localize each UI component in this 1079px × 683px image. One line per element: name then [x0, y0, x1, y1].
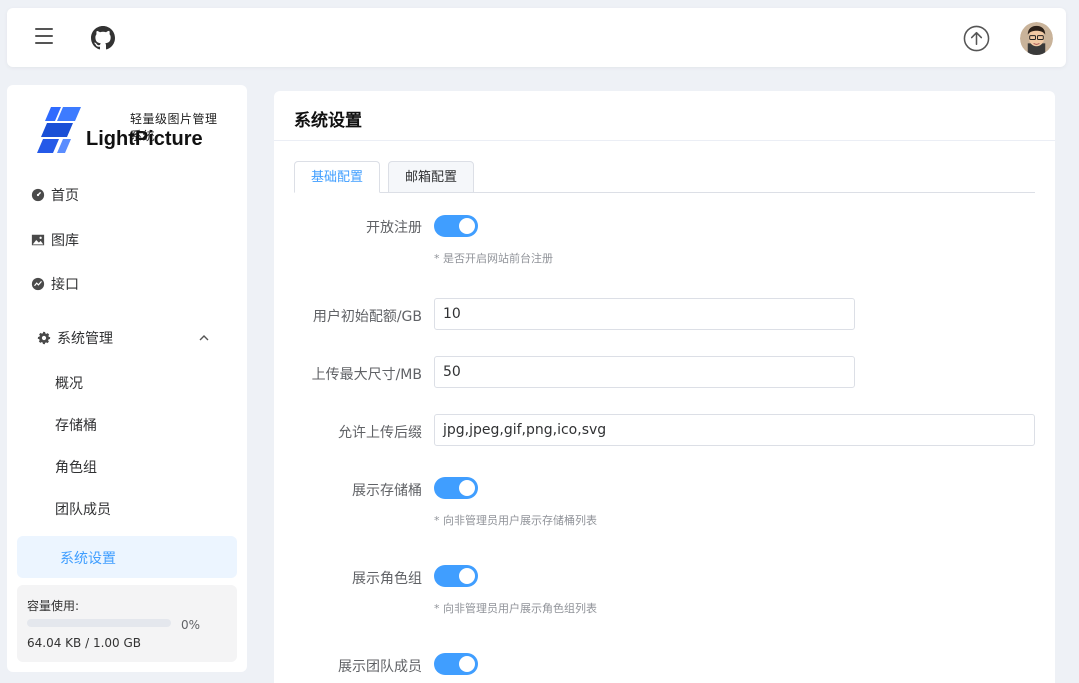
gear-icon [37, 331, 51, 345]
show-bucket-hint: * 向非管理员用户展示存储桶列表 [434, 514, 597, 527]
sidebar-item-api[interactable]: 接口 [31, 273, 79, 295]
sidebar-subitem-roles[interactable]: 角色组 [55, 458, 97, 478]
open-register-switch[interactable] [434, 215, 478, 237]
github-icon[interactable] [91, 26, 115, 50]
sidebar-item-gallery[interactable]: 图库 [31, 229, 79, 251]
tab-basic-config[interactable]: 基础配置 [294, 161, 381, 193]
sidebar: 轻量级图片管理系统 LightPicture 首页 图库 接口 系统管理 概况 … [7, 85, 247, 672]
top-header [7, 8, 1066, 67]
app-logo[interactable]: 轻量级图片管理系统 LightPicture [37, 105, 222, 155]
quota-input[interactable]: 10 [434, 298, 855, 330]
sidebar-subitem-bucket[interactable]: 存储桶 [55, 416, 97, 436]
sidebar-item-label: 系统管理 [57, 331, 113, 347]
storage-percent: 0% [181, 618, 201, 632]
sidebar-subitem-team[interactable]: 团队成员 [55, 500, 111, 520]
sidebar-subitem-overview[interactable]: 概况 [55, 374, 83, 394]
ext-input[interactable]: jpg,jpeg,gif,png,ico,svg [434, 414, 1035, 446]
max-size-input[interactable]: 50 [434, 356, 855, 388]
show-team-switch[interactable] [434, 653, 478, 675]
sidebar-subitem-settings-label: 系统设置 [60, 551, 116, 567]
show-role-switch[interactable] [434, 565, 478, 587]
open-register-label: 开放注册 [366, 220, 422, 236]
sidebar-item-home[interactable]: 首页 [31, 184, 79, 206]
quota-label: 用户初始配额/GB [312, 309, 422, 325]
user-avatar[interactable] [1020, 22, 1053, 55]
show-role-hint: * 向非管理员用户展示角色组列表 [434, 602, 597, 615]
tabs-divider [294, 192, 1035, 193]
title-divider [274, 140, 1055, 141]
api-icon [31, 277, 45, 291]
sidebar-subitem-settings[interactable]: 系统设置 [17, 536, 237, 578]
sidebar-item-label: 图库 [51, 233, 79, 249]
storage-progress-bar [27, 619, 171, 627]
tab-email-config[interactable]: 邮箱配置 [388, 161, 475, 193]
show-bucket-switch[interactable] [434, 477, 478, 499]
dashboard-icon [31, 188, 45, 202]
max-size-label: 上传最大尺寸/MB [311, 367, 422, 383]
logo-wordmark: LightPicture [86, 128, 203, 150]
storage-label: 容量使用: [27, 599, 80, 613]
ext-label: 允许上传后缀 [338, 425, 422, 441]
show-bucket-label: 展示存储桶 [352, 483, 422, 499]
logo-mark-icon [37, 107, 81, 153]
chevron-up-icon[interactable] [199, 333, 209, 343]
upload-arrow-icon[interactable] [963, 25, 990, 52]
show-role-label: 展示角色组 [352, 571, 422, 587]
hamburger-icon[interactable] [35, 28, 53, 44]
sidebar-item-label: 首页 [51, 188, 79, 204]
show-team-label: 展示团队成员 [338, 659, 422, 675]
page-title: 系统设置 [294, 111, 362, 131]
sidebar-item-label: 接口 [51, 277, 79, 293]
sidebar-item-system[interactable]: 系统管理 [37, 327, 113, 349]
image-icon [31, 234, 45, 246]
storage-usage-text: 64.04 KB / 1.00 GB [27, 636, 142, 650]
settings-panel: 系统设置 基础配置 邮箱配置 开放注册 * 是否开启网站前台注册 用户初始配额/… [274, 91, 1055, 683]
storage-usage-panel: 容量使用: 0% 64.04 KB / 1.00 GB [17, 585, 237, 662]
open-register-hint: * 是否开启网站前台注册 [434, 252, 553, 265]
